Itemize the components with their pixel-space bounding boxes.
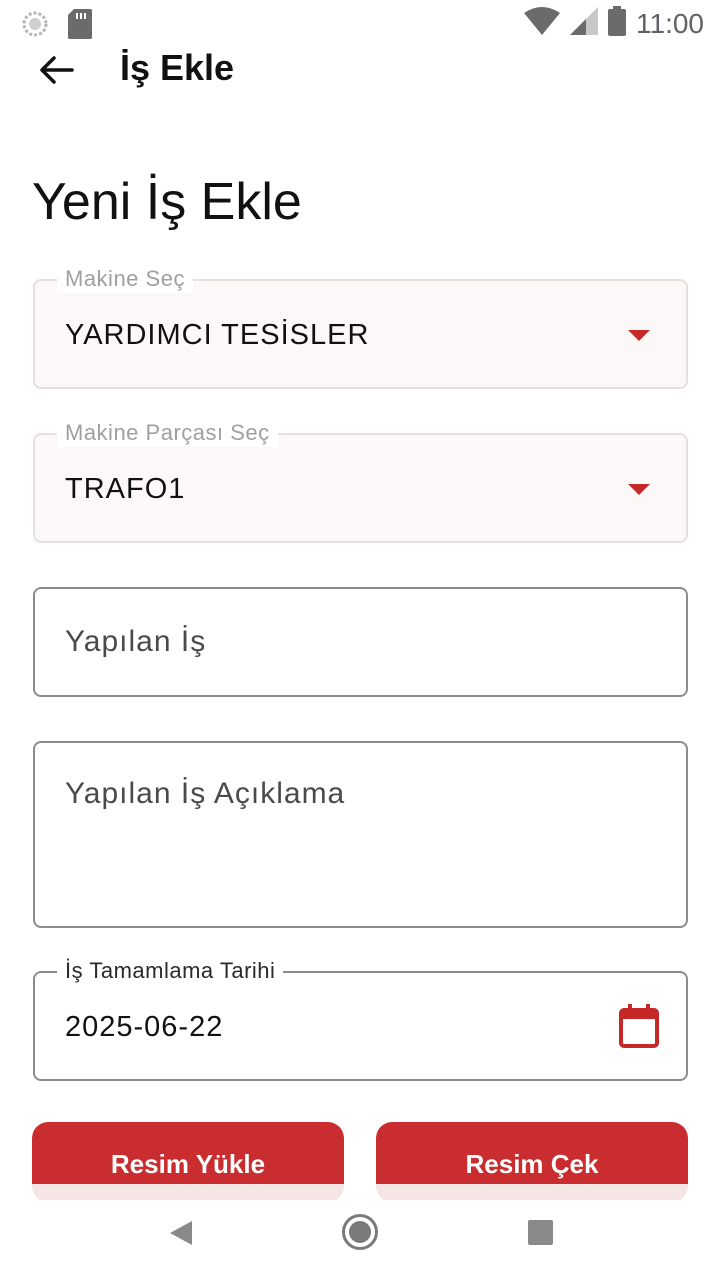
status-time: 11:00 — [636, 7, 704, 39]
completion-date-value: 2025-06-22 — [65, 1011, 224, 1043]
page-heading: Yeni İş Ekle — [32, 173, 302, 231]
navigation-bar — [0, 1200, 720, 1280]
calendar-icon[interactable] — [618, 1003, 660, 1049]
upload-image-button-label: Resim Yükle — [32, 1122, 344, 1184]
work-description-placeholder: Yapılan İş Açıklama — [65, 777, 346, 810]
arrow-left-icon — [38, 55, 74, 90]
back-button[interactable] — [30, 46, 82, 98]
machine-part-dropdown[interactable]: Makine Parçası Seç TRAFO1 — [33, 419, 688, 543]
dropdown-caret-icon — [628, 484, 650, 495]
take-photo-button[interactable]: Resim Çek — [376, 1122, 688, 1202]
nav-back-icon[interactable] — [168, 1220, 194, 1251]
completion-date-field[interactable]: İş Tamamlama Tarihi 2025-06-22 — [33, 957, 688, 1081]
upload-image-button[interactable]: Resim Yükle — [32, 1122, 344, 1202]
dropdown-caret-icon — [628, 330, 650, 341]
machine-dropdown-label: Makine Seç — [57, 265, 193, 293]
work-description-textarea[interactable]: Yapılan İş Açıklama — [33, 741, 688, 928]
app-bar: İş Ekle — [0, 36, 720, 100]
app-bar-title: İş Ekle — [120, 47, 235, 88]
screen: 11:00 İş Ekle Yeni İş Ekle Makine Seç YA… — [0, 0, 720, 1280]
completion-date-label: İş Tamamlama Tarihi — [57, 957, 284, 985]
nav-home-icon[interactable] — [342, 1214, 378, 1250]
machine-dropdown[interactable]: Makine Seç YARDIMCI TESİSLER — [33, 265, 688, 389]
machine-part-dropdown-label: Makine Parçası Seç — [57, 419, 278, 447]
machine-dropdown-value: YARDIMCI TESİSLER — [65, 319, 370, 351]
machine-part-dropdown-value: TRAFO1 — [65, 473, 186, 505]
take-photo-button-label: Resim Çek — [376, 1122, 688, 1184]
work-done-placeholder: Yapılan İş — [65, 625, 207, 658]
nav-recent-apps-icon[interactable] — [528, 1220, 553, 1245]
work-done-input[interactable]: Yapılan İş — [33, 587, 688, 697]
